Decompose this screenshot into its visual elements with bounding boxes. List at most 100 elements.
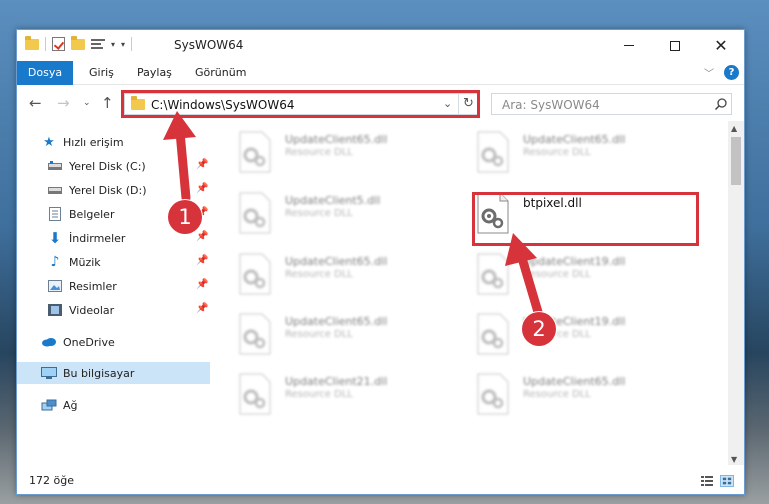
status-bar: 172 öğe [17,469,744,494]
close-button[interactable]: ✕ [698,30,744,61]
tiles-view-icon[interactable] [720,475,734,487]
list-view-icon[interactable] [91,38,105,50]
customize-toolbar-icon[interactable]: ▾ [121,40,125,49]
cloud-icon [41,334,57,350]
sidebar-item-label: OneDrive [63,335,115,349]
list-item[interactable]: UpdateClient65.dll Resource DLL [210,309,420,359]
new-folder-icon[interactable] [71,35,85,50]
back-arrow-icon[interactable]: ← [29,94,42,112]
search-icon[interactable] [714,97,728,111]
pin-icon[interactable]: 📌 [196,303,208,314]
maximize-button[interactable] [652,30,698,61]
pin-icon[interactable]: 📌 [196,231,208,242]
sidebar-item-network[interactable]: Ağ [17,394,210,416]
title-bar: ▾ ▾ SysWOW64 ✕ [17,30,744,61]
dll-file-icon [477,373,509,415]
address-highlight-box [121,90,480,118]
dll-file-icon [477,313,509,355]
ribbon-tabs: Dosya Giriş Paylaş Görünüm ﹀ ? [17,61,744,85]
tab-view[interactable]: Görünüm [185,61,256,85]
pin-icon[interactable]: 📌 [196,183,208,194]
document-icon [47,206,63,222]
sidebar-item-label: Yerel Disk (D:) [69,183,147,197]
folder-icon[interactable] [25,35,39,50]
details-view-icon[interactable] [700,475,714,487]
dll-file-icon [477,253,509,295]
navigation-bar: ← → ⌄ ↑ C:\Windows\SysWOW64 ⌄ ↻ Ara: Sys… [17,85,744,121]
pin-icon[interactable]: 📌 [196,159,208,170]
sidebar-item-label: Videolar [69,303,115,317]
list-item[interactable]: UpdateClient5.dll Resource DLL [210,188,420,238]
drive-icon [47,182,63,198]
sidebar-item-label: Hızlı erişim [63,135,124,149]
expand-ribbon-icon[interactable]: ﹀ [704,65,714,80]
sidebar-item-local-disk-d[interactable]: Yerel Disk (D:) 📌 [17,179,210,201]
star-icon: ★ [43,134,55,150]
file-name: UpdateClient5.dll [285,194,381,207]
sidebar-item-local-disk-c[interactable]: Yerel Disk (C:) 📌 [17,155,210,177]
properties-check-icon[interactable] [52,37,65,51]
navigation-pane: ★ Hızlı erişim Yerel Disk (C:) 📌 Yerel D… [17,121,210,465]
sidebar-item-onedrive[interactable]: OneDrive [17,331,210,353]
sidebar-item-videos[interactable]: Videolar 📌 [17,299,210,321]
sidebar-item-quick-access[interactable]: ★ Hızlı erişim [17,131,210,153]
file-highlight-box [472,192,699,246]
dll-file-icon [239,131,271,173]
list-item[interactable]: UpdateClient65.dll Resource DLL [448,369,658,419]
tab-home[interactable]: Giriş [79,61,124,85]
sidebar-item-label: Ağ [63,398,78,412]
toolbar-separator [45,37,46,51]
film-icon [47,302,63,318]
scroll-up-icon[interactable]: ▲ [731,124,737,133]
list-item[interactable]: UpdateClient19.dll Resource DLL [448,249,658,299]
search-box[interactable]: Ara: SysWOW64 [491,93,732,115]
up-arrow-icon[interactable]: ↑ [101,94,114,112]
close-icon: ✕ [714,36,728,55]
download-icon: ⬇ [48,229,62,247]
file-type: Resource DLL [285,329,353,340]
vertical-scrollbar[interactable]: ▲ ▼ [728,121,744,465]
file-type: Resource DLL [285,208,353,219]
chevron-down-icon[interactable]: ▾ [111,40,115,49]
toolbar-separator [131,37,133,51]
minimize-button[interactable] [606,30,652,61]
list-item[interactable]: UpdateClient65.dll Resource DLL [448,127,658,177]
list-item[interactable]: UpdateClient21.dll Resource DLL [210,369,420,419]
forward-arrow-icon[interactable]: → [57,94,70,112]
dll-file-icon [239,253,271,295]
step-1-badge: 1 [168,200,202,234]
sidebar-item-this-pc[interactable]: Bu bilgisayar [17,362,210,384]
dll-file-icon [239,192,271,234]
music-note-icon: ♪ [50,254,60,270]
tab-share[interactable]: Paylaş [127,61,182,85]
sidebar-item-pictures[interactable]: Resimler 📌 [17,275,210,297]
quick-access-toolbar: ▾ ▾ [25,35,133,51]
tab-file[interactable]: Dosya [17,61,73,85]
scrollbar-thumb[interactable] [731,137,741,185]
sidebar-item-music[interactable]: ♪ Müzik 📌 [17,251,210,273]
file-name: UpdateClient65.dll [285,133,388,146]
file-name: UpdateClient65.dll [285,315,388,328]
file-list: UpdateClient65.dll Resource DLL UpdateCl… [210,121,728,465]
computer-icon [41,365,57,381]
list-item[interactable]: UpdateClient65.dll Resource DLL [210,249,420,299]
dll-file-icon [477,131,509,173]
help-icon[interactable]: ? [724,65,739,80]
sidebar-item-label: Resimler [69,279,117,293]
list-item[interactable]: UpdateClient65.dll Resource DLL [210,127,420,177]
sidebar-item-label: İndirmeler [69,231,126,245]
recent-locations-icon[interactable]: ⌄ [83,98,91,108]
pin-icon[interactable]: 📌 [196,255,208,266]
sidebar-item-label: Müzik [69,255,101,269]
search-placeholder[interactable]: Ara: SysWOW64 [502,98,600,112]
maximize-icon [670,40,680,51]
file-type: Resource DLL [285,389,353,400]
file-name: UpdateClient65.dll [285,255,388,268]
network-icon [41,397,57,413]
drive-icon [47,158,63,174]
pin-icon[interactable]: 📌 [196,279,208,290]
scroll-down-icon[interactable]: ▼ [731,455,737,464]
file-name: UpdateClient65.dll [523,375,626,388]
sidebar-item-label: Yerel Disk (C:) [69,159,146,173]
file-name: UpdateClient65.dll [523,133,626,146]
